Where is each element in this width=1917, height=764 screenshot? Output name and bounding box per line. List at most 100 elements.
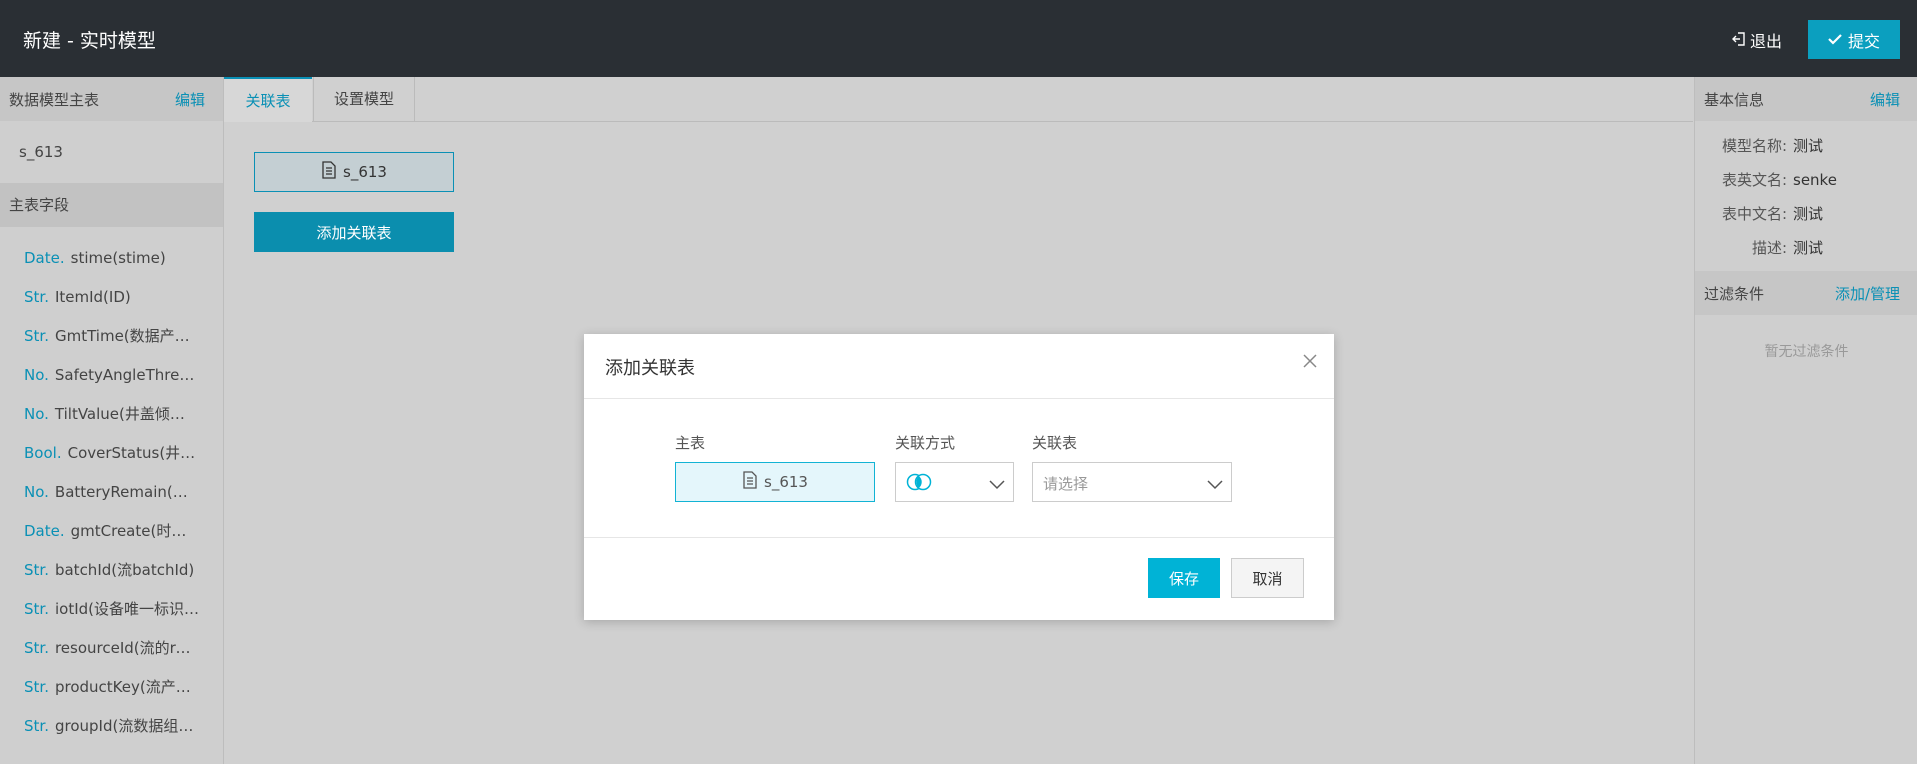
add-related-table-button[interactable]: 添加关联表	[254, 212, 454, 252]
cancel-button[interactable]: 取消	[1231, 558, 1304, 598]
chevron-down-icon	[989, 476, 1005, 494]
info-value: 测试	[1793, 239, 1824, 257]
field-item[interactable]: Date. gmtCreate(时间戳…	[0, 512, 199, 551]
field-name: SafetyAngleThresh…	[54, 366, 199, 384]
inner-join-icon	[906, 473, 932, 495]
check-icon	[1828, 30, 1842, 49]
field-name: gmtCreate(时间戳…	[70, 522, 199, 540]
filter-title: 过滤条件	[1704, 284, 1765, 303]
field-item[interactable]: Str. resourceId(流的reso…	[0, 629, 199, 668]
table-icon	[321, 161, 337, 183]
field-list: Date. stime(stime) Str. ItemId(ID) Str. Gmt…	[0, 227, 223, 746]
dialog-header: 添加关联表	[584, 334, 1334, 399]
field-name: groupId(流数据组唯…	[54, 717, 199, 735]
field-name: iotId(设备唯一标识…	[54, 600, 199, 618]
left-panel: 数据模型主表 编辑 s_613 主表字段 Date. stime(stime) S…	[0, 77, 224, 764]
related-table-placeholder: 请选择	[1043, 475, 1089, 493]
field-name: stime(stime)	[70, 249, 166, 267]
field-type: Str.	[24, 678, 49, 696]
master-table-header: 数据模型主表 编辑	[0, 77, 223, 121]
filter-manage-link[interactable]: 添加/管理	[1835, 283, 1900, 304]
master-label: 主表	[675, 434, 706, 452]
fields-header: 主表字段	[0, 183, 223, 227]
top-bar: 新建 - 实时模型 退出 提交	[0, 0, 1917, 77]
field-name: TiltValue(井盖倾斜度)	[54, 405, 199, 423]
right-panel: 基本信息 编辑 模型名称: 测试 表英文名: senke 表中文名: 测试 描述: 测试…	[1694, 77, 1917, 764]
info-row: 表英文名: senke	[1695, 163, 1917, 197]
master-table-field: s_613	[675, 462, 875, 502]
field-type: Date.	[24, 522, 65, 540]
field-item[interactable]: Bool. CoverStatus(井盖…	[0, 434, 199, 473]
join-type-select[interactable]	[895, 462, 1014, 502]
field-name: BatteryRemain(电池…	[54, 483, 199, 501]
tab-related-tables[interactable]: 关联表	[224, 77, 312, 122]
info-label: 表英文名:	[1721, 171, 1787, 189]
table-chip-label: s_613	[343, 163, 387, 181]
basic-info-header: 基本信息 编辑	[1695, 77, 1917, 121]
field-type: Str.	[24, 327, 49, 345]
table-chip[interactable]: s_613	[254, 152, 454, 192]
submit-button[interactable]: 提交	[1808, 20, 1900, 59]
field-type: Str.	[24, 288, 49, 306]
field-type: Str.	[24, 600, 49, 618]
join-type-label: 关联方式	[895, 434, 956, 452]
info-row: 描述: 测试	[1695, 231, 1917, 265]
edit-master-link[interactable]: 编辑	[175, 89, 205, 110]
field-type: Date.	[24, 249, 65, 267]
field-item[interactable]: Date. stime(stime)	[0, 239, 199, 278]
field-name: productKey(流产品k…	[54, 678, 199, 696]
info-value: 测试	[1793, 205, 1824, 223]
field-type: Bool.	[24, 444, 62, 462]
field-name: CoverStatus(井盖…	[67, 444, 199, 462]
field-item[interactable]: Str. GmtTime(数据产生…	[0, 317, 199, 356]
chevron-down-icon	[1207, 476, 1223, 494]
logout-label: 退出	[1750, 32, 1783, 51]
logout-button[interactable]: 退出	[1732, 28, 1782, 52]
info-label: 描述:	[1751, 239, 1787, 257]
info-label: 表中文名:	[1721, 205, 1787, 223]
tab-model-settings[interactable]: 设置模型	[313, 77, 415, 121]
master-table-name: s_613	[19, 143, 63, 161]
related-table-select[interactable]: 请选择	[1032, 462, 1232, 502]
field-item[interactable]: Str. groupId(流数据组唯…	[0, 707, 199, 746]
master-table-title: 数据模型主表	[9, 90, 100, 109]
field-type: No.	[24, 366, 49, 384]
info-row: 表中文名: 测试	[1695, 197, 1917, 231]
field-item[interactable]: Str. ItemId(ID)	[0, 278, 199, 317]
field-name: GmtTime(数据产生…	[54, 327, 199, 345]
info-value: 测试	[1793, 137, 1824, 155]
field-type: No.	[24, 483, 49, 501]
field-name: batchId(流batchId)	[54, 561, 195, 579]
field-type: Str.	[24, 561, 49, 579]
field-item[interactable]: No. BatteryRemain(电池…	[0, 473, 199, 512]
info-label: 模型名称:	[1721, 137, 1787, 155]
field-type: No.	[24, 405, 49, 423]
table-icon	[742, 471, 758, 493]
field-item[interactable]: Str. productKey(流产品k…	[0, 668, 199, 707]
filter-empty-text: 暂无过滤条件	[1764, 344, 1849, 360]
save-button[interactable]: 保存	[1148, 558, 1220, 598]
master-table-value: s_613	[764, 473, 808, 491]
field-name: ItemId(ID)	[54, 288, 131, 306]
dialog-title: 添加关联表	[605, 358, 695, 379]
info-list: 模型名称: 测试 表英文名: senke 表中文名: 测试 描述: 测试	[1695, 121, 1917, 271]
edit-info-link[interactable]: 编辑	[1870, 89, 1900, 110]
filter-header: 过滤条件 添加/管理	[1695, 271, 1917, 315]
logout-icon	[1732, 31, 1746, 50]
info-row: 模型名称: 测试	[1695, 129, 1917, 163]
field-item[interactable]: No. TiltValue(井盖倾斜度)	[0, 395, 199, 434]
field-item[interactable]: Str. iotId(设备唯一标识…	[0, 590, 199, 629]
field-type: Str.	[24, 639, 49, 657]
field-type: Str.	[24, 717, 49, 735]
close-icon[interactable]	[1300, 351, 1320, 371]
basic-info-title: 基本信息	[1704, 90, 1765, 109]
related-table-label: 关联表	[1032, 434, 1078, 452]
field-item[interactable]: No. SafetyAngleThresh…	[0, 356, 199, 395]
page-title: 新建 - 实时模型	[23, 30, 156, 52]
add-related-table-dialog: 添加关联表 主表 关联方式 关联表 s_613 请选择 保存 取消	[584, 334, 1334, 620]
field-name: resourceId(流的reso…	[54, 639, 199, 657]
tab-bar: 关联表 设置模型	[224, 77, 1693, 122]
submit-label: 提交	[1847, 31, 1880, 51]
field-item[interactable]: Str. batchId(流batchId)	[0, 551, 199, 590]
info-value: senke	[1793, 171, 1837, 189]
